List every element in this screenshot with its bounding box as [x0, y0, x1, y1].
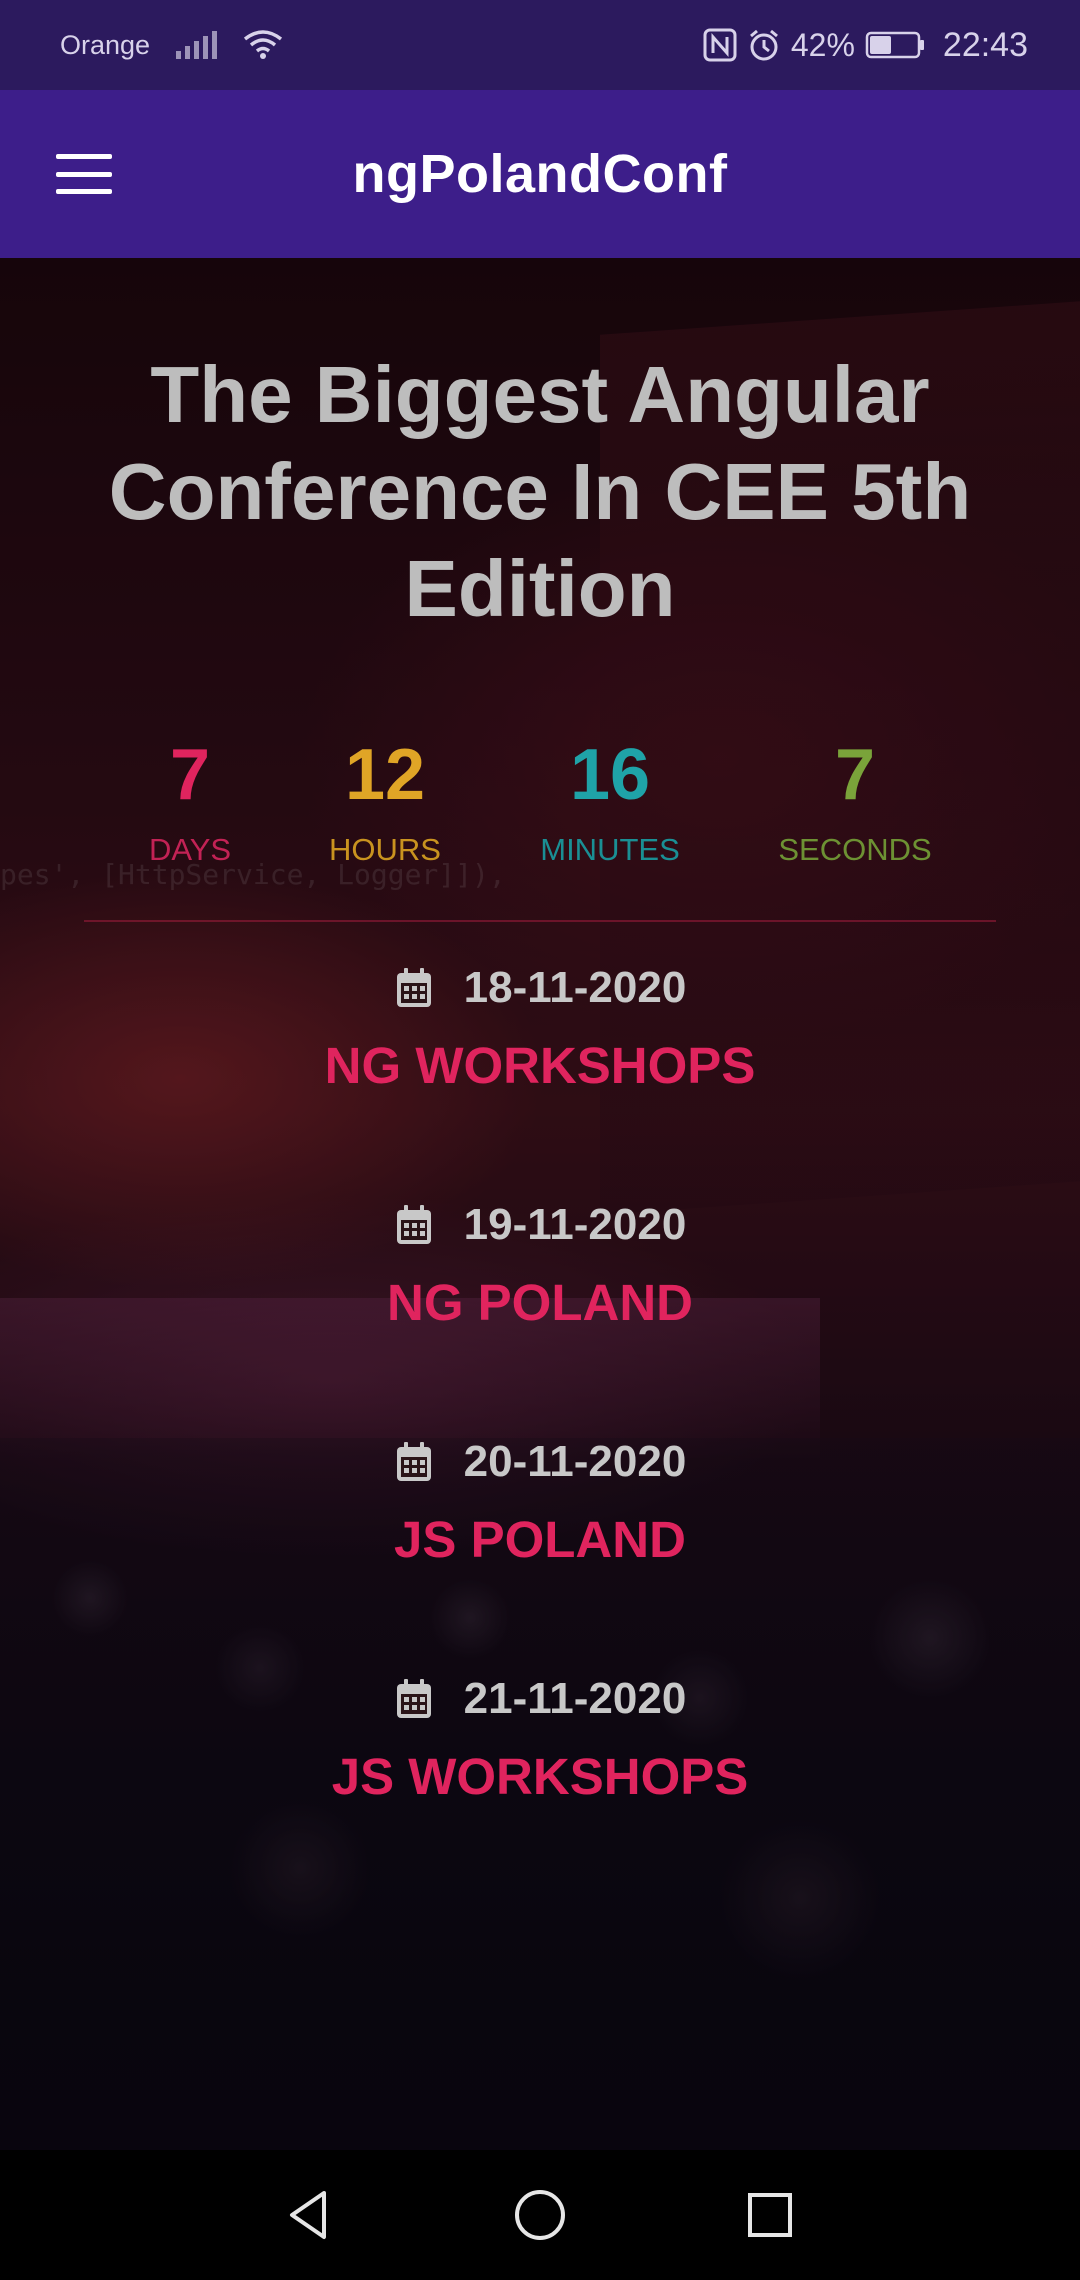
- countdown-hours: 12 HOURS: [285, 730, 485, 870]
- event-name[interactable]: NG WORKSHOPS: [0, 1036, 1080, 1095]
- home-icon[interactable]: [508, 2183, 572, 2247]
- countdown-hours-label: HOURS: [329, 832, 441, 867]
- countdown: 7 DAYS 12 HOURS 16 MINUTES 7 SECONDS: [100, 730, 980, 890]
- calendar-icon: [396, 1679, 431, 1718]
- calendar-icon: [396, 1442, 431, 1481]
- app-bar: ngPolandConf: [0, 90, 1080, 258]
- event-date: 18-11-2020: [463, 963, 687, 1012]
- event-item[interactable]: 19-11-2020 NG POLAND: [0, 1195, 1080, 1395]
- calendar-icon: [396, 1205, 431, 1244]
- countdown-minutes-value: 16: [569, 735, 651, 815]
- signal-icon: [176, 31, 218, 59]
- countdown-seconds-label: SECONDS: [778, 832, 932, 867]
- headline: The Biggest Angular Conference In CEE 5t…: [108, 350, 972, 633]
- carrier-label: Orange: [60, 29, 151, 60]
- event-item[interactable]: 21-11-2020 JS WORKSHOPS: [0, 1669, 1080, 1869]
- app-title: ngPolandConf: [352, 144, 728, 204]
- countdown-minutes: 16 MINUTES: [500, 730, 720, 870]
- nfc-icon: [703, 28, 737, 62]
- event-item[interactable]: 18-11-2020 NG WORKSHOPS: [0, 958, 1080, 1158]
- hamburger-menu-icon[interactable]: [56, 154, 112, 194]
- countdown-minutes-label: MINUTES: [540, 832, 680, 867]
- alarm-icon: [749, 29, 778, 61]
- event-name[interactable]: NG POLAND: [0, 1273, 1080, 1332]
- event-date: 21-11-2020: [463, 1674, 687, 1723]
- calendar-icon: [396, 968, 431, 1007]
- event-name[interactable]: JS WORKSHOPS: [0, 1747, 1080, 1806]
- event-date: 20-11-2020: [463, 1437, 687, 1486]
- countdown-days-label: DAYS: [148, 832, 232, 867]
- back-icon[interactable]: [278, 2183, 342, 2247]
- status-bar: Orange 42% 22:43: [0, 0, 1080, 90]
- divider: [84, 920, 996, 922]
- system-nav-bar: [0, 2150, 1080, 2280]
- countdown-hours-value: 12: [344, 735, 426, 815]
- battery-percent: 42%: [790, 26, 855, 63]
- event-item[interactable]: 20-11-2020 JS POLAND: [0, 1432, 1080, 1632]
- countdown-days-value: 7: [169, 735, 211, 815]
- hero-section: pes', [HttpService, Logger]]), The Bigge…: [0, 258, 1080, 2150]
- recents-icon[interactable]: [738, 2183, 802, 2247]
- countdown-days: 7 DAYS: [100, 730, 280, 870]
- countdown-seconds: 7 SECONDS: [740, 730, 970, 870]
- clock: 22:43: [942, 25, 1028, 64]
- battery-icon: [865, 31, 924, 59]
- event-date: 19-11-2020: [463, 1200, 687, 1249]
- event-name[interactable]: JS POLAND: [0, 1510, 1080, 1569]
- wifi-icon: [243, 30, 283, 59]
- countdown-seconds-value: 7: [834, 735, 876, 815]
